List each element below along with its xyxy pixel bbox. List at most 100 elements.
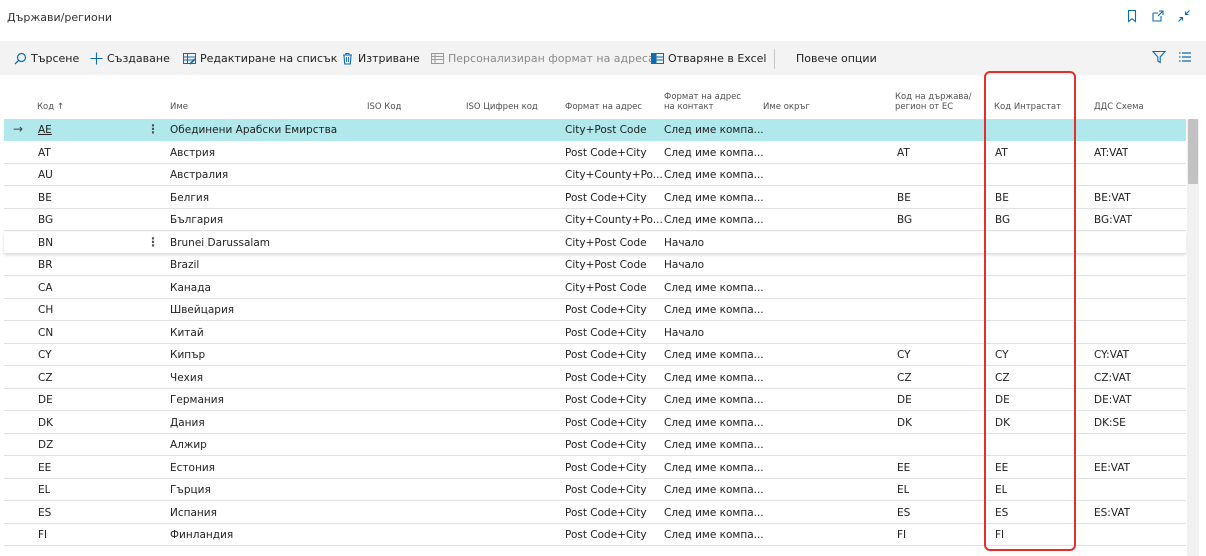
- bookmark-icon[interactable]: [1124, 8, 1140, 24]
- cell-code[interactable]: BR: [38, 259, 53, 271]
- title-bar: Държави/региони: [0, 0, 1206, 40]
- cell-address-format: City+Post Code: [565, 259, 647, 271]
- cell-code[interactable]: AE: [38, 124, 52, 136]
- table-row[interactable]: CA Канада City+Post Code След име компа...: [4, 277, 1186, 299]
- cell-eu-code: CY: [897, 349, 911, 361]
- column-header-code[interactable]: Код ↑: [37, 102, 64, 112]
- cell-code[interactable]: CZ: [38, 372, 53, 384]
- cell-address-format: City+Post Code: [565, 281, 647, 294]
- table-row[interactable]: BE Белгия Post Code+City След име компа... B…: [4, 187, 1186, 209]
- table-row[interactable]: ES Испания Post Code+City След име компа...…: [4, 502, 1186, 524]
- edit-list-button[interactable]: Редактиране на списък: [183, 50, 337, 66]
- delete-button[interactable]: Изтриване: [341, 50, 420, 66]
- cell-name: Brunei Darussalam: [170, 236, 270, 249]
- cell-address-format: City+Post Code: [565, 236, 647, 249]
- create-button[interactable]: Създаване: [90, 50, 170, 66]
- table-row[interactable]: BN ⋮ Brunei Darussalam City+Post Code Начало: [4, 231, 1186, 254]
- scrollbar-thumb[interactable]: [1188, 119, 1198, 184]
- cell-address-format: City+Post Code: [565, 124, 647, 136]
- cell-code[interactable]: EE: [38, 462, 51, 474]
- cell-code[interactable]: DE: [38, 394, 53, 406]
- cell-intrastat-code: BE: [995, 191, 1009, 204]
- table-row[interactable]: DE Германия Post Code+City След име компа..…: [4, 389, 1186, 411]
- column-header-name[interactable]: Име: [170, 102, 188, 112]
- toolbar-divider: [774, 49, 775, 69]
- cell-name: Белгия: [170, 191, 210, 204]
- row-actions-icon[interactable]: ⋮: [147, 235, 159, 249]
- cell-code[interactable]: DZ: [38, 439, 53, 451]
- cell-name: Испания: [170, 506, 217, 519]
- cell-intrastat-code: CZ: [995, 371, 1010, 384]
- table-row[interactable]: EL Гърция Post Code+City След име компа... E…: [4, 479, 1186, 501]
- cell-code[interactable]: BG: [38, 214, 53, 226]
- cell-code[interactable]: CA: [38, 282, 53, 294]
- cell-contact-address-format: След име компа...: [664, 146, 764, 159]
- search-button[interactable]: Търсене: [14, 50, 79, 66]
- cell-code[interactable]: DK: [38, 417, 53, 429]
- table-row[interactable]: AU Австралия City+County+Po... След име ком…: [4, 164, 1186, 186]
- column-header-intrastat-code[interactable]: Код Интрастат: [994, 102, 1061, 112]
- table-row[interactable]: → AE ⋮ Обединени Арабски Емирства City+Post …: [4, 119, 1186, 141]
- column-header-iso-numeric[interactable]: ISO Цифрен код: [466, 102, 538, 112]
- column-header-contact-address-format[interactable]: Формат на адрес на контакт: [664, 92, 741, 112]
- table-row[interactable]: EE Естония Post Code+City След име компа...…: [4, 457, 1186, 479]
- cell-code[interactable]: EL: [38, 484, 50, 496]
- table-row[interactable]: CY Кипър Post Code+City След име компа... CY…: [4, 344, 1186, 366]
- vertical-scrollbar[interactable]: [1187, 119, 1199, 556]
- cell-code[interactable]: AU: [38, 169, 53, 181]
- more-options-button[interactable]: Повече опции: [796, 50, 877, 66]
- cell-intrastat-code: EL: [995, 484, 1008, 496]
- cell-code[interactable]: CN: [38, 327, 53, 339]
- cell-contact-address-format: След име компа...: [664, 394, 764, 406]
- open-in-excel-button[interactable]: Отваряне в Excel: [651, 50, 766, 66]
- cell-contact-address-format: Начало: [664, 236, 705, 249]
- cell-name: Чехия: [170, 371, 204, 384]
- cell-contact-address-format: След име компа...: [664, 349, 764, 361]
- column-header-address-format[interactable]: Формат на адрес: [565, 102, 642, 112]
- column-header-iso-code[interactable]: ISO Код: [367, 102, 401, 112]
- cell-address-format: City+County+Po...: [565, 169, 663, 181]
- list-view-icon[interactable]: [1178, 50, 1192, 64]
- cell-code[interactable]: CY: [38, 349, 52, 361]
- cell-contact-address-format: Начало: [664, 259, 705, 271]
- cell-code[interactable]: BE: [38, 192, 52, 204]
- cell-name: Гърция: [170, 484, 211, 496]
- cell-name: Финландия: [170, 529, 234, 541]
- cell-eu-code: ES: [897, 506, 911, 519]
- cell-address-format: Post Code+City: [565, 191, 647, 204]
- filter-icon[interactable]: [1152, 50, 1166, 64]
- table-row[interactable]: DZ Алжир Post Code+City След име компа...: [4, 434, 1186, 456]
- cell-code[interactable]: AT: [38, 147, 51, 159]
- column-header-eu-code[interactable]: Код на държава/ регион от ЕС: [895, 92, 972, 112]
- custom-address-format-button[interactable]: Персонализиран формат на адреса: [431, 50, 655, 66]
- table-row[interactable]: CN Китай Post Code+City Начало: [4, 322, 1186, 344]
- cell-contact-address-format: След име компа...: [664, 484, 764, 496]
- cell-name: Австралия: [170, 169, 229, 181]
- cell-eu-code: EE: [897, 461, 911, 474]
- cell-intrastat-code: FI: [995, 529, 1005, 541]
- table-row[interactable]: CH Швейцария Post Code+City След име компа.…: [4, 299, 1186, 321]
- table-row[interactable]: AT Австрия Post Code+City След име компа...…: [4, 142, 1186, 164]
- row-actions-icon[interactable]: ⋮: [147, 122, 159, 136]
- column-header-vat-scheme[interactable]: ДДС Схема: [1094, 102, 1144, 112]
- cell-vat-scheme: AT:VAT: [1094, 146, 1129, 159]
- table-row[interactable]: CZ Чехия Post Code+City След име компа... CZ…: [4, 367, 1186, 389]
- table-row[interactable]: DK Дания Post Code+City След име компа... DK…: [4, 412, 1186, 434]
- cell-code[interactable]: BN: [38, 237, 53, 249]
- collapse-icon[interactable]: [1176, 8, 1192, 24]
- cell-code[interactable]: ES: [38, 507, 51, 519]
- open-new-window-icon[interactable]: [1150, 8, 1166, 24]
- cell-address-format: City+County+Po...: [565, 214, 663, 226]
- cell-vat-scheme: DE:VAT: [1094, 394, 1132, 406]
- cell-address-format: Post Code+City: [565, 416, 647, 429]
- cell-code[interactable]: CH: [38, 304, 53, 316]
- table-row[interactable]: FI Финландия Post Code+City След име компа.…: [4, 524, 1186, 546]
- action-bar: Търсене Създаване Редактиране на списък …: [0, 41, 1206, 75]
- cell-address-format: Post Code+City: [565, 371, 647, 384]
- cell-vat-scheme: BG:VAT: [1094, 214, 1132, 226]
- cell-code[interactable]: FI: [38, 529, 47, 541]
- table-row[interactable]: BR Brazil City+Post Code Начало: [4, 254, 1186, 276]
- table-row[interactable]: BG България City+County+Po... След име комп…: [4, 209, 1186, 231]
- cell-eu-code: BG: [897, 214, 913, 226]
- column-header-county-name[interactable]: Име окръг: [763, 102, 810, 112]
